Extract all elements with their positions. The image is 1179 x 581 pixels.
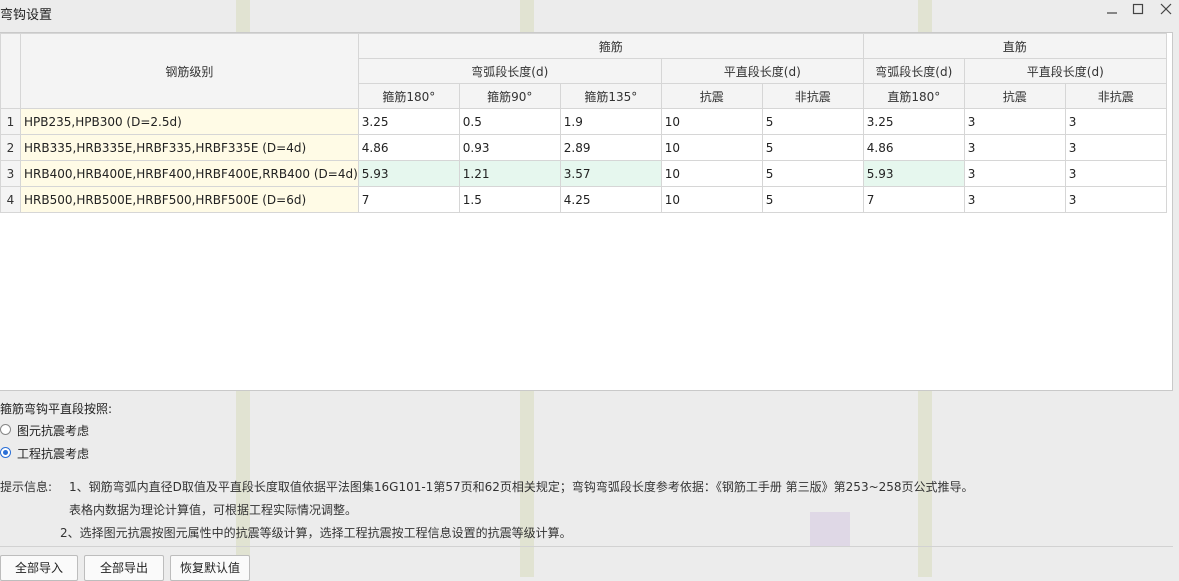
value-cell[interactable]: 10 (660, 108, 763, 135)
radio-label-project-seismic[interactable]: 工程抗震考虑 (17, 445, 89, 462)
hook-table: 钢筋级别 箍筋 直筋 弯弧段长度(d) 平直段长度(d) 弯弧段长度(d) 平直… (0, 33, 1167, 213)
col-header: 箍筋180° (357, 83, 460, 109)
value-cell[interactable]: 3.25 (862, 108, 965, 135)
value-cell[interactable]: 7 (357, 186, 460, 213)
window-title: 弯钩设置 (0, 8, 53, 23)
value-cell[interactable]: 4.25 (559, 186, 662, 213)
col-header: 非抗震 (1064, 83, 1167, 109)
value-cell[interactable]: 4.86 (862, 134, 965, 161)
header-straight-flat: 平直段长度(d) (963, 58, 1167, 84)
value-cell[interactable]: 3 (1064, 108, 1167, 135)
value-cell[interactable]: 3 (1064, 134, 1167, 161)
value-cell[interactable]: 3 (963, 160, 1066, 187)
header-stirrup-flat: 平直段长度(d) (660, 58, 864, 84)
grade-cell: HRB335,HRB335E,HRBF335,HRBF335E (D=4d) (20, 134, 359, 161)
hint-line-2: 表格内数据为理论计算值，可根据工程实际情况调整。 (69, 503, 358, 517)
value-cell[interactable]: 1.5 (458, 186, 561, 213)
table-row: 4 HRB500,HRB500E,HRBF500,HRBF500E (D=6d)… (0, 186, 1167, 213)
col-header: 箍筋135° (559, 83, 662, 109)
value-cell[interactable]: 3.25 (357, 108, 460, 135)
row-number: 1 (0, 108, 21, 135)
import-all-button[interactable]: 全部导入 (0, 555, 78, 581)
value-cell[interactable]: 5 (761, 160, 864, 187)
hint-label: 提示信息: (0, 480, 53, 494)
value-cell[interactable]: 5 (761, 108, 864, 135)
value-cell[interactable]: 10 (660, 160, 763, 187)
maximize-button[interactable] (1127, 2, 1149, 22)
grade-cell: HRB400,HRB400E,HRBF400,HRBF400E,RRB400 (… (20, 160, 359, 187)
value-cell[interactable]: 10 (660, 186, 763, 213)
maximize-icon (1132, 3, 1144, 15)
row-number: 2 (0, 134, 21, 161)
value-cell[interactable]: 3 (963, 186, 1066, 213)
header-group-stirrup: 箍筋 (357, 33, 864, 59)
corner-header (0, 33, 21, 109)
background-artifact (810, 512, 850, 546)
value-cell[interactable]: 5.93 (357, 160, 460, 187)
col-header: 非抗震 (761, 83, 864, 109)
hook-settings-grid: 钢筋级别 箍筋 直筋 弯弧段长度(d) 平直段长度(d) 弯弧段长度(d) 平直… (0, 32, 1173, 391)
radio-element-seismic[interactable] (0, 424, 11, 435)
divider (0, 546, 1173, 547)
header-straight-arc: 弯弧段长度(d) (862, 58, 965, 84)
value-cell[interactable]: 5 (761, 186, 864, 213)
row-number: 3 (0, 160, 21, 187)
hint-line-3: 2、选择图元抗震按图元属性中的抗震等级计算，选择工程抗震按工程信息设置的抗震等级… (60, 526, 572, 540)
grade-cell: HRB500,HRB500E,HRBF500,HRBF500E (D=6d) (20, 186, 359, 213)
value-cell[interactable]: 0.93 (458, 134, 561, 161)
minimize-button[interactable] (1101, 2, 1123, 22)
radio-label-element-seismic[interactable]: 图元抗震考虑 (17, 422, 89, 439)
table-row: 3 HRB400,HRB400E,HRBF400,HRBF400E,RRB400… (0, 160, 1167, 187)
row-number: 4 (0, 186, 21, 213)
close-button[interactable] (1155, 2, 1177, 22)
value-cell[interactable]: 3 (1064, 186, 1167, 213)
value-cell[interactable]: 3 (1064, 160, 1167, 187)
col-header: 直筋180° (862, 83, 965, 109)
grade-cell: HPB235,HPB300 (D=2.5d) (20, 108, 359, 135)
value-cell[interactable]: 10 (660, 134, 763, 161)
value-cell[interactable]: 7 (862, 186, 965, 213)
close-icon (1160, 3, 1172, 15)
table-row: 1 HPB235,HPB300 (D=2.5d) 3.25 0.5 1.9 10… (0, 108, 1167, 135)
header-stirrup-arc: 弯弧段长度(d) (357, 58, 662, 84)
restore-default-button[interactable]: 恢复默认值 (170, 555, 250, 581)
value-cell[interactable]: 3.57 (559, 160, 662, 187)
title-bar: 弯钩设置 (0, 0, 1179, 24)
export-all-button[interactable]: 全部导出 (84, 555, 164, 581)
value-cell[interactable]: 2.89 (559, 134, 662, 161)
col-header: 箍筋90° (458, 83, 561, 109)
table-row: 2 HRB335,HRB335E,HRBF335,HRBF335E (D=4d)… (0, 134, 1167, 161)
minimize-icon (1107, 12, 1117, 14)
header-grade: 钢筋级别 (20, 33, 359, 109)
value-cell[interactable]: 5.93 (862, 160, 965, 187)
option-heading: 箍筋弯钩平直段按照: (0, 402, 113, 416)
value-cell[interactable]: 4.86 (357, 134, 460, 161)
value-cell[interactable]: 1.21 (458, 160, 561, 187)
value-cell[interactable]: 3 (963, 108, 1066, 135)
col-header: 抗震 (963, 83, 1066, 109)
value-cell[interactable]: 3 (963, 134, 1066, 161)
value-cell[interactable]: 0.5 (458, 108, 561, 135)
radio-project-seismic[interactable] (0, 447, 11, 458)
value-cell[interactable]: 5 (761, 134, 864, 161)
col-header: 抗震 (660, 83, 763, 109)
value-cell[interactable]: 1.9 (559, 108, 662, 135)
hint-line-1: 1、钢筋弯弧内直径D取值及平直段长度取值依据平法图集16G101-1第57页和6… (69, 480, 974, 494)
header-group-straight: 直筋 (862, 33, 1167, 59)
